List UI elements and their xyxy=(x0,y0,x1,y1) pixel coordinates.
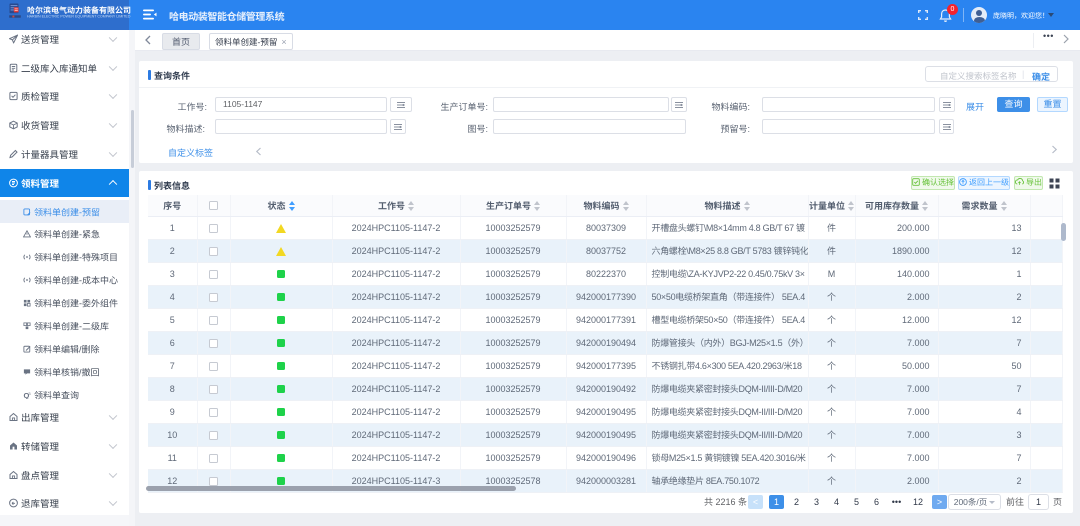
svg-text:3: 3 xyxy=(28,391,31,396)
